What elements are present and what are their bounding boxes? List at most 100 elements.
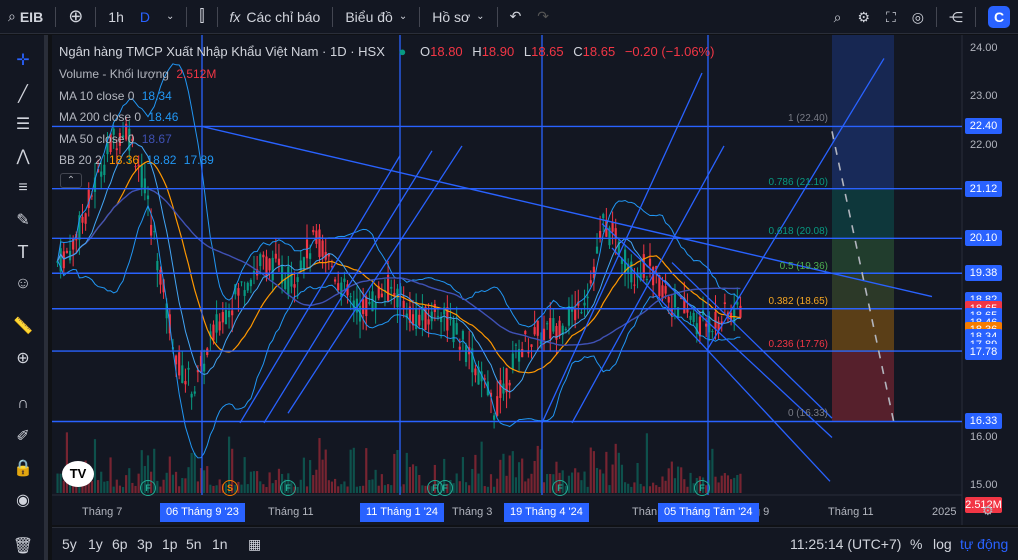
divider bbox=[936, 7, 937, 27]
volume-bar bbox=[474, 454, 477, 493]
candle-body bbox=[583, 302, 586, 306]
candle-body bbox=[433, 303, 436, 312]
interval-1h[interactable]: 1h bbox=[100, 0, 132, 34]
lock-icon: 🔒 bbox=[13, 460, 33, 477]
volume-bar bbox=[324, 449, 327, 493]
legend-bb[interactable]: BB 20 2 18.36 18.82 17.89 bbox=[59, 153, 214, 167]
zoom-tool[interactable]: ⊕ bbox=[10, 345, 36, 371]
hide-tool[interactable]: ◉ bbox=[10, 487, 36, 513]
percent-toggle[interactable]: % bbox=[910, 536, 922, 552]
volume-bar bbox=[386, 484, 390, 493]
ruler-tool[interactable]: 📏 bbox=[10, 313, 36, 339]
volume-bar bbox=[464, 482, 468, 493]
volume-bar bbox=[645, 433, 648, 493]
candle-body bbox=[521, 348, 524, 358]
financials-event-marker[interactable]: F bbox=[694, 480, 710, 496]
time-axis-settings[interactable]: ⚙ bbox=[982, 503, 994, 519]
fib-tool[interactable]: ≡ bbox=[10, 175, 36, 201]
legend-ma200[interactable]: MA 200 close 0 18.46 bbox=[59, 110, 178, 124]
camera-icon: ◎ bbox=[911, 8, 924, 25]
interval-dropdown[interactable]: ⌄ bbox=[158, 0, 182, 34]
symbol-search[interactable]: ⌕ EIB bbox=[0, 0, 51, 34]
price-badge: 16.33 bbox=[965, 413, 1002, 430]
indicators-button[interactable]: fx Các chỉ báo bbox=[222, 0, 329, 34]
legend-ma50[interactable]: MA 50 close 0 18.67 bbox=[59, 132, 172, 146]
snapshot-button[interactable]: ◎ bbox=[904, 0, 932, 34]
trend-line-tool[interactable]: ╱ bbox=[10, 81, 36, 107]
volume-bar bbox=[733, 477, 736, 493]
pattern-icon: ⋀ bbox=[16, 148, 30, 165]
candle-body bbox=[542, 328, 546, 341]
range-5y[interactable]: 5y bbox=[62, 536, 77, 552]
lock-tool[interactable]: 🔒 bbox=[10, 455, 36, 481]
interval-d[interactable]: D bbox=[132, 0, 158, 34]
candle-body bbox=[215, 314, 218, 333]
volume-bar bbox=[402, 484, 405, 493]
pattern-tool[interactable]: ⋀ bbox=[10, 143, 36, 169]
brush-tool[interactable]: ✎ bbox=[10, 207, 36, 233]
icons-tool[interactable]: ☺ bbox=[10, 271, 36, 297]
chart-pane[interactable]: Ngân hàng TMCP Xuất Nhập Khẩu Việt Nam ·… bbox=[52, 35, 1018, 525]
range-6p[interactable]: 6p bbox=[112, 536, 128, 552]
lock-drawings-tool[interactable]: ✐ bbox=[10, 423, 36, 449]
financials-event-marker[interactable]: F bbox=[140, 480, 156, 496]
volume-bar bbox=[602, 473, 605, 493]
volume-bar bbox=[371, 479, 374, 493]
clock-time[interactable]: 11:25:14 (UTC+7) bbox=[790, 536, 901, 552]
horizontal-lines-tool[interactable]: ☰ bbox=[10, 111, 36, 137]
channel-line bbox=[571, 145, 725, 424]
app-logo[interactable]: C bbox=[980, 0, 1018, 34]
candle-body bbox=[380, 293, 383, 298]
auto-toggle[interactable]: tự động bbox=[960, 536, 1008, 552]
profile-button[interactable]: Hồ sơ ⌄ bbox=[424, 0, 492, 34]
volume-bar bbox=[720, 475, 723, 493]
log-toggle[interactable]: log bbox=[933, 536, 952, 552]
range-1y[interactable]: 1y bbox=[88, 536, 103, 552]
goto-date-button[interactable]: ▦ bbox=[248, 536, 261, 553]
gear-icon: ⚙ bbox=[982, 503, 994, 518]
candle-body bbox=[368, 302, 371, 304]
volume-bar bbox=[676, 466, 680, 493]
range-1p[interactable]: 1p bbox=[162, 536, 178, 552]
share-button[interactable]: ⋲ bbox=[941, 0, 971, 34]
chart-style-button[interactable]: ⫿ bbox=[191, 0, 212, 34]
range-1n[interactable]: 1n bbox=[212, 536, 228, 552]
magnet-tool[interactable]: ∩ bbox=[10, 391, 36, 417]
volume-bar bbox=[377, 485, 380, 493]
candle-body bbox=[496, 396, 499, 416]
bb-lower-value: 17.89 bbox=[183, 153, 214, 167]
undo-button[interactable]: ↶ bbox=[502, 0, 530, 34]
volume-label: Volume - Khối lượng bbox=[59, 67, 169, 81]
legend-volume[interactable]: Volume - Khối lượng 2.512M bbox=[59, 67, 216, 81]
volume-bar bbox=[380, 474, 383, 493]
range-3p[interactable]: 3p bbox=[137, 536, 153, 552]
quick-search-button[interactable]: ⌕ bbox=[826, 0, 850, 34]
delete-tool[interactable]: 🗑 bbox=[10, 533, 36, 559]
financials-event-marker[interactable]: F bbox=[552, 480, 568, 496]
volume-bar bbox=[521, 458, 524, 493]
crosshair-tool[interactable]: ✛ bbox=[10, 47, 36, 73]
redo-button[interactable]: ↷ bbox=[529, 0, 557, 34]
fib-level-label: 0.786 (21.10) bbox=[768, 176, 829, 188]
volume-bar bbox=[533, 460, 536, 493]
layout-button[interactable]: Biểu đồ ⌄ bbox=[337, 0, 415, 34]
price-chart[interactable] bbox=[52, 35, 1018, 525]
legend-collapse-button[interactable]: ⌃ bbox=[60, 173, 82, 188]
legend-ma10[interactable]: MA 10 close 0 18.34 bbox=[59, 89, 172, 103]
volume-bar bbox=[209, 484, 212, 493]
financials-event-marker[interactable]: F bbox=[280, 480, 296, 496]
text-tool[interactable]: T bbox=[10, 239, 36, 265]
volume-bar bbox=[271, 483, 274, 493]
settings-button[interactable]: ⚙ bbox=[849, 0, 878, 34]
volume-bar bbox=[112, 486, 115, 493]
fullscreen-button[interactable]: ⛶ bbox=[878, 0, 904, 34]
range-5n[interactable]: 5n bbox=[186, 536, 202, 552]
candle-body bbox=[150, 224, 153, 236]
tradingview-logo[interactable]: TV bbox=[62, 461, 94, 487]
financials-event-marker[interactable]: F bbox=[437, 480, 453, 496]
compare-button[interactable]: ⊕ bbox=[60, 0, 91, 34]
bb-basis-value: 18.36 bbox=[109, 153, 140, 167]
fib-level-label: 0.5 (19.36) bbox=[779, 261, 828, 273]
price-tick: 15.00 bbox=[970, 479, 998, 492]
split-event-marker[interactable]: S bbox=[222, 480, 238, 496]
